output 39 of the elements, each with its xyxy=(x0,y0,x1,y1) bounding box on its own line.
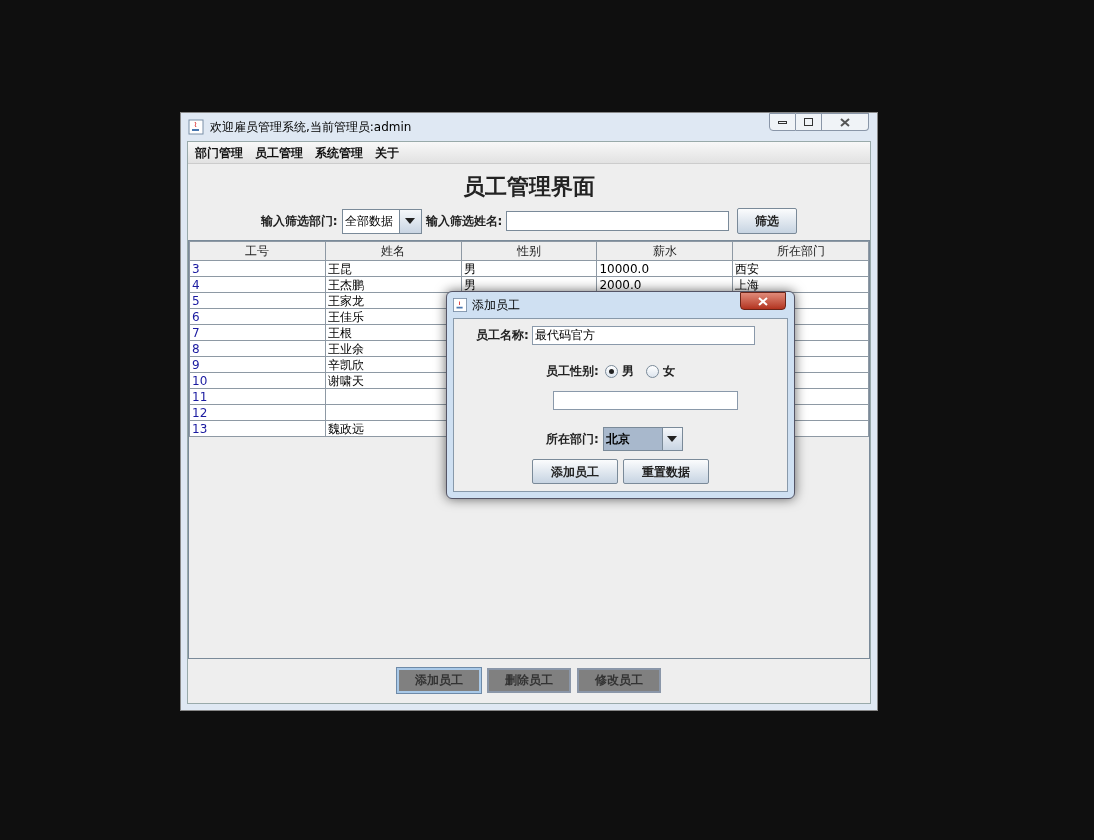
maximize-button[interactable] xyxy=(796,113,822,131)
caret-icon xyxy=(667,435,678,442)
column-header[interactable]: 姓名 xyxy=(325,241,462,261)
dialog-button[interactable]: 添加员工 xyxy=(532,459,618,484)
radio-button[interactable] xyxy=(645,364,659,378)
close-button[interactable] xyxy=(822,113,869,131)
menu-item[interactable]: 系统管理 xyxy=(310,143,368,162)
minimize-button[interactable] xyxy=(769,113,796,131)
java-cup-icon xyxy=(453,298,467,312)
department-dropdown[interactable]: 北京 xyxy=(602,426,683,451)
text-input[interactable] xyxy=(553,391,738,410)
column-header[interactable]: 所在部门 xyxy=(732,241,869,261)
field-label: 所在部门: xyxy=(546,430,599,448)
window-title: 欢迎雇员管理系统,当前管理员:admin xyxy=(210,119,412,136)
menu-item[interactable]: 员工管理 xyxy=(250,143,308,162)
radio-label: 女 xyxy=(662,363,675,380)
close-icon xyxy=(840,117,850,127)
menu-item[interactable]: 关于 xyxy=(370,143,404,162)
field-label: 输入筛选姓名: xyxy=(425,213,503,230)
field-label: 员工性别: xyxy=(546,363,599,380)
department-dropdown[interactable]: 全部数据 xyxy=(341,208,422,234)
dialog-button[interactable]: 重置数据 xyxy=(623,459,709,484)
menu-item[interactable]: 部门管理 xyxy=(190,143,248,162)
page-heading: 员工管理界面 xyxy=(462,172,596,200)
field-label: 员工名称: xyxy=(476,327,529,344)
radio-label: 男 xyxy=(621,363,634,380)
column-header[interactable]: 工号 xyxy=(189,241,326,261)
column-header[interactable]: 薪水 xyxy=(596,241,733,261)
radio-button[interactable] xyxy=(604,364,618,378)
dialog-title: 添加员工 xyxy=(472,297,520,314)
java-cup-icon xyxy=(188,119,204,135)
caret-icon xyxy=(405,218,415,224)
close-button[interactable] xyxy=(740,292,786,310)
column-header[interactable]: 性别 xyxy=(461,241,597,261)
name-input[interactable]: 最代码官方 xyxy=(531,325,755,345)
close-icon xyxy=(758,296,768,306)
field-label: 输入筛选部门: xyxy=(260,213,338,230)
filter-button[interactable]: 筛选 xyxy=(737,208,798,234)
name-input[interactable] xyxy=(506,211,730,231)
